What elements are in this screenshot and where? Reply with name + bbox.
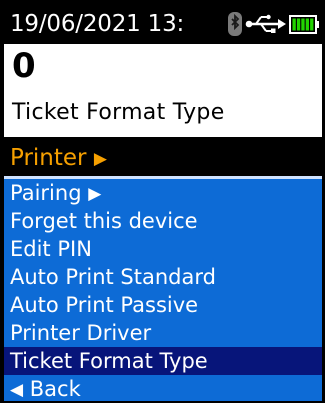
menu-item-label: Auto Print Standard <box>10 265 216 289</box>
menu-item-label: Ticket Format Type <box>10 349 208 373</box>
menu-item-edit-pin[interactable]: Edit PIN <box>4 235 322 263</box>
battery-cell <box>296 18 301 31</box>
menu-item-back[interactable]: ◀ Back <box>4 375 322 401</box>
menu-item-label: Forget this device <box>10 209 198 233</box>
menu-header: Printer ▶ <box>4 139 322 176</box>
menu-item-printer-driver[interactable]: Printer Driver <box>4 319 322 347</box>
device-frame: 19/06/2021 13: 0 Ticket Format Type Prin… <box>0 0 325 403</box>
battery-cell <box>305 18 309 31</box>
menu-item-auto-print-standard[interactable]: Auto Print Standard <box>4 263 322 291</box>
battery-icon <box>289 15 319 34</box>
menu-header-label: Printer <box>10 145 87 171</box>
status-bar: 19/06/2021 13: <box>4 4 322 44</box>
menu-item-forget-device[interactable]: Forget this device <box>4 207 322 235</box>
current-value: 0 <box>12 46 36 86</box>
status-datetime: 19/06/2021 13: <box>10 11 185 37</box>
menu-item-label: Back <box>29 377 81 401</box>
menu-item-label: Edit PIN <box>10 237 92 261</box>
menu-item-label: Printer Driver <box>10 321 152 345</box>
arrow-right-icon: ▶ <box>93 149 107 169</box>
menu-header-title: Printer ▶ <box>10 145 107 171</box>
bluetooth-icon <box>228 12 242 36</box>
menu-item-label: Pairing <box>10 181 82 205</box>
device-screen: 19/06/2021 13: 0 Ticket Format Type Prin… <box>4 4 322 401</box>
battery-cell <box>292 18 296 31</box>
menu-item-label: Auto Print Passive <box>10 293 199 317</box>
value-display: 0 Ticket Format Type <box>4 44 322 139</box>
arrow-right-icon: ▶ <box>88 184 102 204</box>
battery-cell <box>310 18 314 31</box>
usb-icon <box>245 14 286 33</box>
menu-item-auto-print-passive[interactable]: Auto Print Passive <box>4 291 322 319</box>
value-label: Ticket Format Type <box>12 100 225 125</box>
menu-list: Pairing ▶ Forget this device Edit PIN Au… <box>4 176 322 401</box>
status-icons <box>228 12 319 36</box>
menu-item-pairing[interactable]: Pairing ▶ <box>4 179 322 207</box>
arrow-left-icon: ◀ <box>10 380 24 400</box>
battery-cell <box>301 18 305 31</box>
menu-item-ticket-format-type[interactable]: Ticket Format Type <box>4 347 322 375</box>
